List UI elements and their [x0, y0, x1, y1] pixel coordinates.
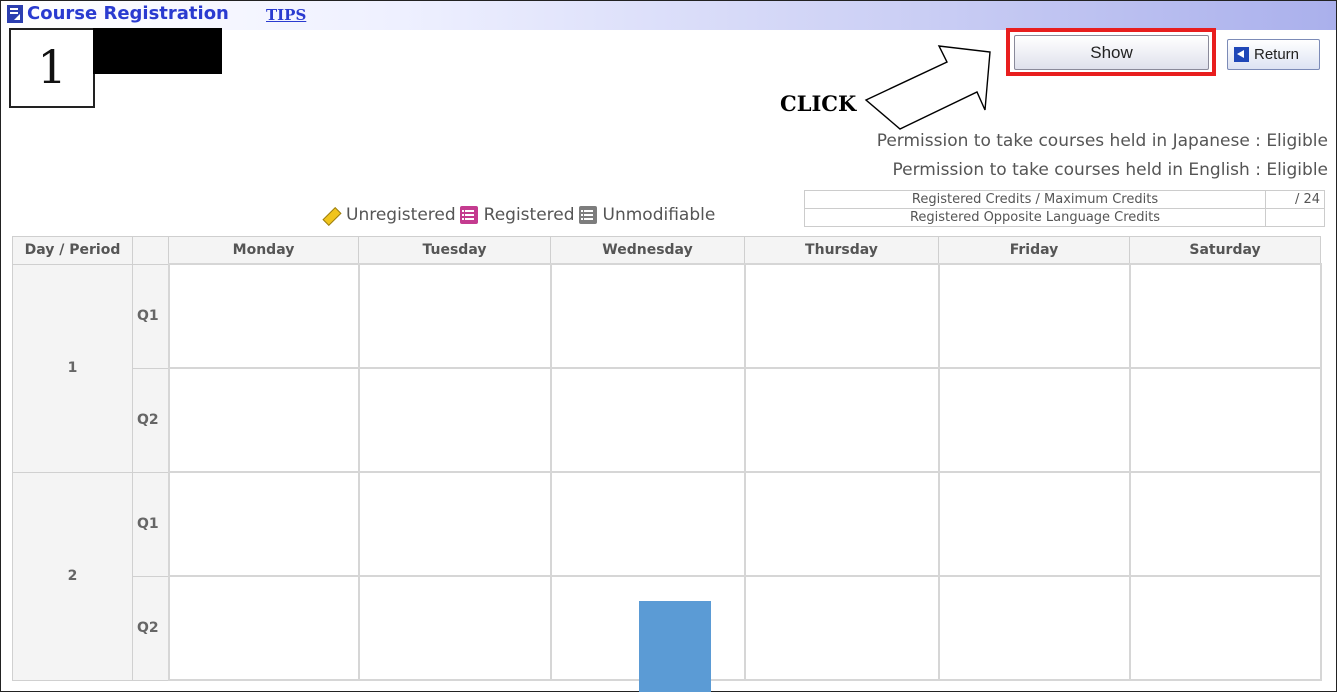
title-bar: Course Registration TIPS	[1, 1, 1336, 30]
quarter-label: Q1	[132, 471, 169, 577]
slot-cell[interactable]	[549, 367, 746, 473]
course-icon	[7, 5, 23, 23]
corner-header: Day / Period	[12, 236, 133, 265]
show-button[interactable]: Show	[1014, 35, 1209, 70]
slot-cell[interactable]	[357, 367, 552, 473]
credits-label: Registered Opposite Language Credits	[804, 208, 1266, 227]
blue-marker	[639, 601, 711, 692]
credits-label: Registered Credits / Maximum Credits	[804, 190, 1266, 209]
slot-cell[interactable]	[167, 471, 360, 577]
credits-value	[1265, 208, 1325, 227]
permission-english: Permission to take courses held in Engli…	[892, 160, 1328, 180]
credits-row: Registered Credits / Maximum Credits / 2…	[804, 190, 1325, 209]
timetable-row: Q2	[13, 367, 1322, 473]
page-title: Course Registration	[27, 3, 229, 24]
registered-icon	[459, 206, 478, 224]
slot-cell[interactable]	[937, 575, 1131, 681]
return-icon	[1234, 47, 1249, 62]
slot-cell[interactable]	[549, 471, 746, 577]
slot-cell[interactable]	[937, 471, 1131, 577]
unmodifiable-icon	[578, 206, 597, 224]
slot-cell[interactable]	[549, 263, 746, 369]
return-button[interactable]: Return	[1227, 39, 1320, 70]
day-header-saturday: Saturday	[1129, 236, 1321, 265]
step-number-box: 1	[9, 28, 95, 108]
timetable-row: 1 Q1	[12, 263, 1322, 473]
slot-cell[interactable]	[357, 471, 552, 577]
redacted-area	[93, 28, 222, 74]
slot-cell[interactable]	[1128, 575, 1322, 681]
slot-cell[interactable]	[1128, 367, 1322, 473]
slot-cell[interactable]	[937, 367, 1131, 473]
slot-cell[interactable]	[357, 263, 552, 369]
slot-cell[interactable]	[743, 367, 940, 473]
timetable-row: 2 Q1	[12, 471, 1322, 681]
quarter-label: Q2	[132, 367, 169, 473]
credits-value: / 24	[1265, 190, 1325, 209]
legend-registered: Registered	[483, 205, 575, 225]
quarter-label: Q2	[132, 575, 169, 681]
permission-japanese: Permission to take courses held in Japan…	[876, 131, 1328, 151]
day-header-monday: Monday	[168, 236, 359, 265]
legend: Unregistered Registered Unmodifiable	[318, 205, 715, 225]
slot-cell[interactable]	[357, 575, 552, 681]
tips-link[interactable]: TIPS	[266, 6, 306, 24]
timetable-header-row: Day / Period Monday Tuesday Wednesday Th…	[12, 236, 1321, 265]
period-label: 2	[12, 471, 133, 681]
day-header-wednesday: Wednesday	[550, 236, 745, 265]
day-header-thursday: Thursday	[744, 236, 939, 265]
slot-cell[interactable]	[167, 263, 360, 369]
pencil-icon	[322, 206, 340, 224]
return-label: Return	[1254, 46, 1300, 63]
slot-cell[interactable]	[167, 575, 360, 681]
legend-unregistered: Unregistered	[346, 205, 456, 225]
legend-unmodifiable: Unmodifiable	[602, 205, 716, 225]
slot-cell[interactable]	[937, 263, 1131, 369]
click-label: CLICK	[780, 91, 857, 116]
credits-row: Registered Opposite Language Credits	[804, 208, 1325, 227]
quarter-label: Q1	[132, 263, 169, 369]
slot-cell[interactable]	[743, 575, 940, 681]
slot-cell[interactable]	[743, 471, 940, 577]
quarter-header	[132, 236, 169, 265]
slot-cell[interactable]	[743, 263, 940, 369]
credits-table: Registered Credits / Maximum Credits / 2…	[804, 190, 1325, 227]
slot-cell[interactable]	[1128, 471, 1322, 577]
period-label: 1	[12, 263, 133, 473]
day-header-tuesday: Tuesday	[358, 236, 551, 265]
slot-cell[interactable]	[1128, 263, 1322, 369]
slot-cell[interactable]	[167, 367, 360, 473]
day-header-friday: Friday	[938, 236, 1130, 265]
